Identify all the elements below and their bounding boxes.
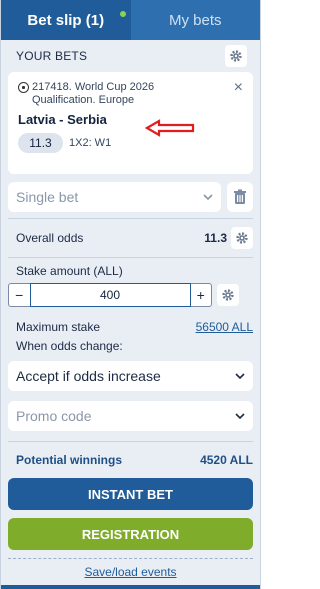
stake-stepper: − + [8,283,212,307]
tab-bet-slip-label: Bet slip (1) [27,11,105,29]
divider [8,218,253,219]
promo-code-select[interactable]: Promo code [8,401,253,431]
stake-decrease-button[interactable]: − [9,284,30,306]
your-bets-title: YOUR BETS [16,49,88,63]
odds-change-value: Accept if odds increase [16,368,161,384]
instant-bet-button[interactable]: INSTANT BET [8,478,253,510]
potential-winnings-label: Potential winnings [16,453,123,467]
trash-icon [234,189,246,204]
promo-code-placeholder: Promo code [16,408,92,424]
divider [8,441,253,442]
gear-icon [236,232,248,244]
registration-button[interactable]: REGISTRATION [8,518,253,550]
odds-change-label: When odds change: [16,339,123,353]
event-header-text: 217418. World Cup 2026 Qualification. Eu… [32,81,155,106]
delete-button[interactable] [227,182,253,212]
chevron-down-icon [235,413,245,420]
tab-my-bets-label: My bets [168,11,222,29]
football-icon [18,82,29,93]
odds-change-select[interactable]: Accept if odds increase [8,361,253,391]
odds-row: 11.3 1X2: W1 [18,133,243,153]
overall-odds-row: Overall odds 11.3 [8,225,253,251]
footer-strip [1,585,260,589]
your-bets-header: YOUR BETS [8,40,253,72]
odds-settings-button[interactable] [231,227,253,249]
red-arrow-icon [145,119,195,137]
stake-row: − + [8,283,253,307]
tab-bet-slip[interactable]: Bet slip (1) [1,0,131,40]
potential-winnings-row: Potential winnings 4520 ALL [8,448,253,472]
event-header: 217418. World Cup 2026 Qualification. Eu… [18,81,178,107]
max-stake-row: Maximum stake 56500 ALL [8,315,253,339]
save-load-row: Save/load events [8,565,253,579]
notification-dot-icon [119,11,126,17]
chevron-down-icon [203,194,213,201]
odds-chip[interactable]: 11.3 [18,133,63,153]
close-icon[interactable]: × [234,80,243,96]
overall-odds-label: Overall odds [16,231,84,245]
bet-mode-value: Single bet [16,189,79,205]
bet-slip-panel: Bet slip (1) My bets YOUR BETS 217418. W… [0,0,261,589]
stake-increase-button[interactable]: + [191,284,212,306]
chevron-down-icon [235,373,245,380]
event-teams: Latvia - Serbia [18,112,107,127]
tab-bar: Bet slip (1) My bets [1,0,260,40]
potential-winnings-value: 4520 ALL [200,453,253,467]
slip-content: YOUR BETS 217418. World Cup 2026 Qualifi… [1,40,260,579]
max-stake-label: Maximum stake [16,320,101,334]
stake-input[interactable] [29,283,191,307]
gear-icon [230,50,242,62]
bet-mode-select[interactable]: Single bet [8,182,221,212]
stake-settings-button[interactable] [217,284,239,306]
event-card: 217418. World Cup 2026 Qualification. Eu… [8,72,253,174]
gear-icon [222,289,234,301]
stake-label: Stake amount (ALL) [16,264,123,278]
settings-gear-button[interactable] [225,45,247,67]
tab-my-bets[interactable]: My bets [130,0,260,40]
overall-odds-value: 11.3 [204,231,227,245]
divider [8,257,253,258]
overall-odds-value-wrap: 11.3 [204,227,253,249]
bet-type: 1X2: W1 [69,137,112,149]
max-stake-link[interactable]: 56500 ALL [196,320,253,334]
save-load-link[interactable]: Save/load events [84,565,176,579]
dashed-divider [8,558,253,559]
bet-mode-row: Single bet [8,182,253,212]
